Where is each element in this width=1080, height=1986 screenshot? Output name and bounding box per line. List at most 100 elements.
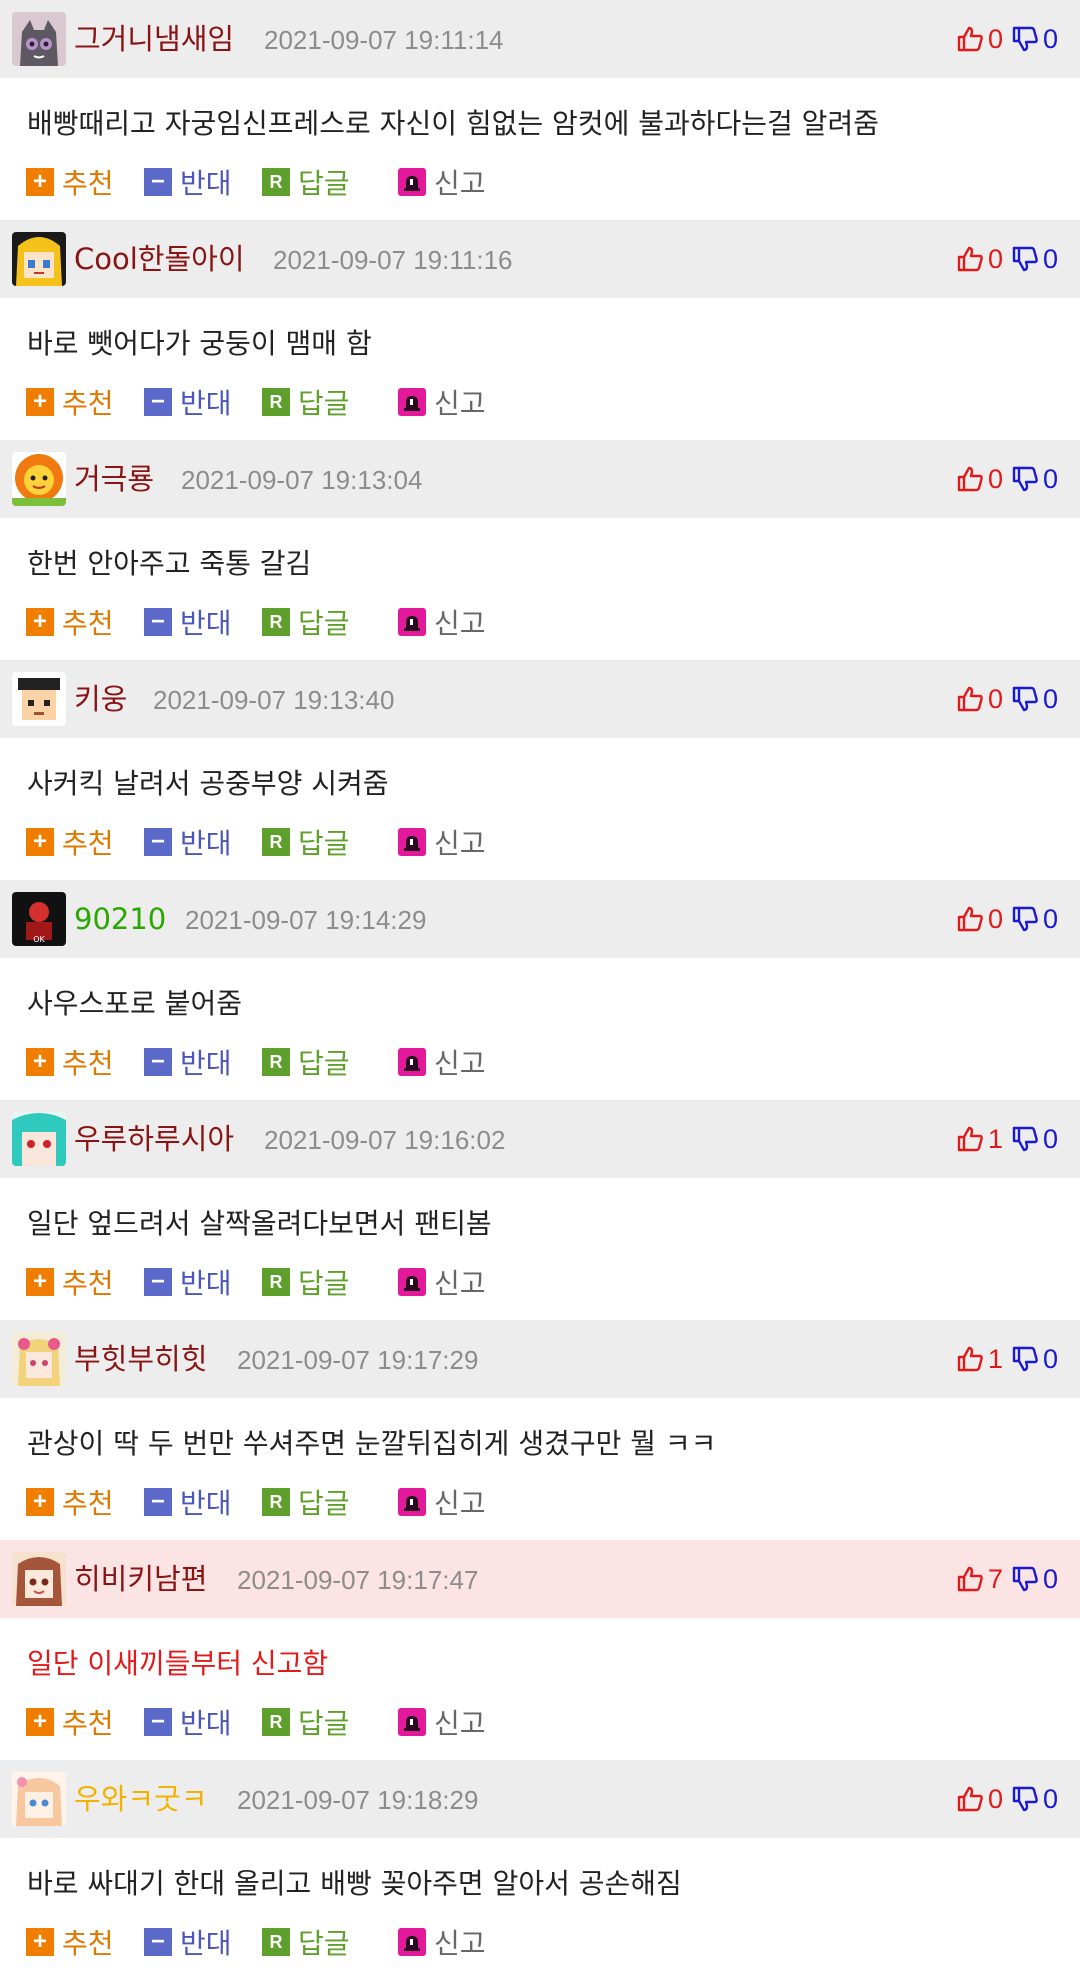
nickname[interactable]: 우와ㅋ굿ㅋ (74, 1760, 207, 1838)
nickname[interactable]: 90210 (74, 880, 166, 958)
thumbs-up-icon[interactable] (956, 1125, 984, 1153)
avatar[interactable]: OK (12, 892, 66, 946)
reply-button[interactable]: R 답글 (262, 1702, 398, 1742)
recommend-button[interactable]: + 추천 (26, 1482, 144, 1522)
thumbs-up-icon[interactable] (956, 1785, 984, 1813)
thumbs-down-icon[interactable] (1011, 465, 1039, 493)
nickname[interactable]: 부힛부히힛 (74, 1320, 207, 1398)
reply-icon: R (262, 608, 290, 636)
reply-button[interactable]: R 답글 (262, 1922, 398, 1962)
oppose-button[interactable]: − 반대 (144, 602, 262, 642)
recommend-button[interactable]: + 추천 (26, 1702, 144, 1742)
vote-counts: 0 0 (956, 0, 1058, 78)
avatar[interactable] (12, 452, 66, 506)
nickname[interactable]: 우루하루시아 (74, 1100, 234, 1178)
thumbs-up-icon[interactable] (956, 905, 984, 933)
oppose-button[interactable]: − 반대 (144, 1042, 262, 1082)
recommend-button[interactable]: + 추천 (26, 382, 144, 422)
avatar[interactable] (12, 1552, 66, 1606)
report-button[interactable]: 신고 (398, 1262, 486, 1302)
thumbs-up-icon[interactable] (956, 685, 984, 713)
recommend-button[interactable]: + 추천 (26, 162, 144, 202)
reply-button[interactable]: R 답글 (262, 602, 398, 642)
oppose-button[interactable]: − 반대 (144, 1922, 262, 1962)
report-label: 신고 (434, 1707, 486, 1740)
comment-actions: + 추천 − 반대 R 답글 신고 (26, 822, 486, 862)
avatar[interactable] (12, 12, 66, 66)
thumbs-up-icon[interactable] (956, 245, 984, 273)
thumbs-down-icon[interactable] (1011, 1345, 1039, 1373)
oppose-button[interactable]: − 반대 (144, 162, 262, 202)
siren-icon (398, 608, 426, 636)
vote-counts: 0 0 (956, 880, 1058, 958)
report-button[interactable]: 신고 (398, 162, 486, 202)
thumbs-up-icon[interactable] (956, 25, 984, 53)
siren-icon (398, 1708, 426, 1736)
reply-label: 답글 (298, 1047, 350, 1080)
oppose-label: 반대 (180, 1487, 232, 1520)
nickname[interactable]: 키웅 (74, 660, 127, 738)
comment-text: 사우스포로 붙어줌 (27, 987, 242, 1020)
report-button[interactable]: 신고 (398, 602, 486, 642)
thumbs-down-icon[interactable] (1011, 1125, 1039, 1153)
thumbs-up-icon[interactable] (956, 465, 984, 493)
recommend-button[interactable]: + 추천 (26, 1042, 144, 1082)
up-count: 1 (987, 1123, 1003, 1154)
reply-button[interactable]: R 답글 (262, 1482, 398, 1522)
comment-text: 한번 안아주고 죽통 갈김 (27, 547, 312, 580)
plus-icon: + (26, 1048, 54, 1076)
down-count: 0 (1042, 23, 1058, 54)
nickname[interactable]: 그거니냄새임 (74, 0, 234, 78)
oppose-button[interactable]: − 반대 (144, 1702, 262, 1742)
reply-icon: R (262, 1488, 290, 1516)
report-button[interactable]: 신고 (398, 382, 486, 422)
thumbs-down-icon[interactable] (1011, 25, 1039, 53)
thumbs-down-icon[interactable] (1011, 1785, 1039, 1813)
thumbs-up-icon[interactable] (956, 1345, 984, 1373)
oppose-button[interactable]: − 반대 (144, 1482, 262, 1522)
report-button[interactable]: 신고 (398, 822, 486, 862)
reply-label: 답글 (298, 827, 350, 860)
down-count: 0 (1042, 1123, 1058, 1154)
reply-icon: R (262, 1048, 290, 1076)
thumbs-down-icon[interactable] (1011, 245, 1039, 273)
report-button[interactable]: 신고 (398, 1922, 486, 1962)
vote-counts: 1 0 (956, 1100, 1058, 1178)
comment-text: 일단 이새끼들부터 신고함 (27, 1647, 329, 1680)
minus-icon: − (144, 388, 172, 416)
thumbs-down-icon[interactable] (1011, 905, 1039, 933)
comment-text: 일단 엎드려서 살짝올려다보면서 팬티봄 (27, 1207, 492, 1240)
comment-best: 히비키남편 2021-09-07 19:17:47 7 0 일단 이새끼들부터 … (0, 1540, 1080, 1760)
recommend-button[interactable]: + 추천 (26, 1262, 144, 1302)
recommend-button[interactable]: + 추천 (26, 602, 144, 642)
avatar[interactable] (12, 1332, 66, 1386)
thumbs-down-icon[interactable] (1011, 1565, 1039, 1593)
reply-button[interactable]: R 답글 (262, 1262, 398, 1302)
nickname[interactable]: Cool한돌아이 (74, 220, 245, 298)
thumbs-down-icon[interactable] (1011, 685, 1039, 713)
oppose-button[interactable]: − 반대 (144, 1262, 262, 1302)
reply-button[interactable]: R 답글 (262, 382, 398, 422)
reply-button[interactable]: R 답글 (262, 822, 398, 862)
reply-button[interactable]: R 답글 (262, 1042, 398, 1082)
avatar[interactable] (12, 672, 66, 726)
avatar[interactable] (12, 1112, 66, 1166)
report-button[interactable]: 신고 (398, 1702, 486, 1742)
recommend-button[interactable]: + 추천 (26, 822, 144, 862)
nickname[interactable]: 히비키남편 (74, 1540, 207, 1618)
avatar[interactable] (12, 232, 66, 286)
report-button[interactable]: 신고 (398, 1482, 486, 1522)
nickname[interactable]: 거극룡 (74, 440, 154, 518)
avatar[interactable] (12, 1772, 66, 1826)
thumbs-up-icon[interactable] (956, 1565, 984, 1593)
reply-button[interactable]: R 답글 (262, 162, 398, 202)
report-label: 신고 (434, 607, 486, 640)
down-count: 0 (1042, 1343, 1058, 1374)
report-button[interactable]: 신고 (398, 1042, 486, 1082)
comment-text: 관상이 딱 두 번만 쑤셔주면 눈깔뒤집히게 생겼구만 뭘 ㅋㅋ (27, 1427, 717, 1460)
oppose-button[interactable]: − 반대 (144, 822, 262, 862)
reply-icon: R (262, 828, 290, 856)
oppose-button[interactable]: − 반대 (144, 382, 262, 422)
recommend-button[interactable]: + 추천 (26, 1922, 144, 1962)
up-count: 0 (987, 23, 1003, 54)
